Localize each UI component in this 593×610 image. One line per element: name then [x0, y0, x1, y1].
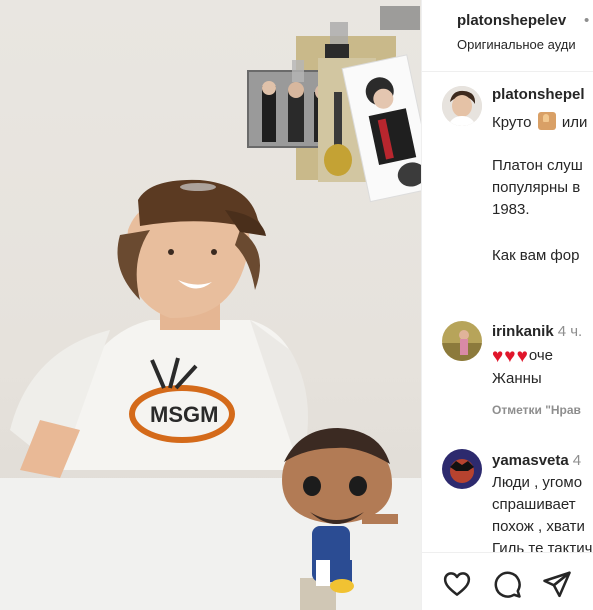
red-heart-emoji-icon: ♥ — [504, 346, 516, 367]
original-audio-link[interactable]: Оригинальное ауди — [457, 37, 576, 52]
caption-para-line: 1983. — [492, 201, 530, 218]
comment-text-line: Жанны — [492, 370, 542, 387]
like-button[interactable] — [442, 569, 472, 599]
comment-text-line: похож , хвати — [492, 518, 585, 535]
commenter-avatar-image — [442, 449, 482, 489]
comment-username[interactable]: yamasveta 4 — [492, 452, 581, 469]
comment-button[interactable] — [492, 569, 522, 599]
comment-text-inline: оче — [528, 347, 554, 364]
comment-text-line: Люди , угомо — [492, 474, 583, 491]
comment-username[interactable]: irinkanik 4 ч. — [492, 323, 582, 340]
commenter-avatar[interactable] — [442, 321, 482, 361]
boy: MSGM — [10, 179, 308, 478]
post-actions-bar — [422, 552, 593, 610]
author-avatar-image — [442, 86, 482, 126]
header-separator: • — [584, 12, 590, 29]
post-side-panel: platonshepelev • Оригинальное ауди plato… — [421, 0, 593, 610]
caption-username[interactable]: platonshepel — [492, 86, 585, 103]
caption-para-line: популярны в — [492, 179, 581, 196]
caption-question: Как вам фор — [492, 247, 580, 264]
comment-username-text: yamasveta — [492, 452, 569, 469]
caption-para-line: Платон слуш — [492, 157, 583, 174]
red-heart-emoji-icon: ♥ — [516, 346, 528, 367]
commenter-avatar[interactable] — [442, 449, 482, 489]
post-photo[interactable]: MSGM — [0, 0, 421, 610]
comment-time: 4 ч. — [557, 323, 583, 340]
author-avatar[interactable] — [442, 86, 482, 126]
red-heart-emoji-icon: ♥ — [492, 346, 504, 367]
svg-text:MSGM: MSGM — [150, 402, 218, 427]
comment-text-line: спрашивает — [492, 496, 576, 513]
post-header: platonshepelev • Оригинальное ауди — [422, 0, 593, 72]
caption-text-end: или — [561, 114, 588, 131]
share-button[interactable] — [542, 569, 572, 599]
comment-likes-link[interactable]: Отметки "Нрав — [492, 403, 581, 417]
comment-username-text: irinkanik — [492, 323, 554, 340]
paper-plane-icon — [543, 571, 571, 598]
comment-text: ♥♥♥оче — [492, 346, 553, 368]
heart-outline-icon — [443, 572, 471, 596]
caption-text-start: Круто — [492, 114, 532, 131]
comment-time: 4 — [572, 452, 582, 469]
author-username[interactable]: platonshepelev — [457, 12, 566, 29]
commenter-avatar-image — [442, 321, 482, 361]
photo-illustration: MSGM — [0, 6, 421, 610]
comment-bubble-icon — [494, 571, 521, 598]
caption-first-line: Круто или — [492, 112, 587, 133]
thumbs-up-emoji-icon — [537, 112, 556, 130]
